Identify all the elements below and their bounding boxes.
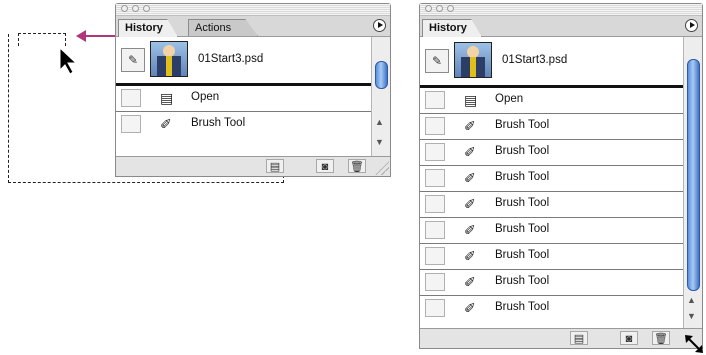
- panel-menu-button[interactable]: [685, 19, 698, 32]
- state-label: Brush Tool: [495, 197, 550, 209]
- zoom-button[interactable]: [447, 5, 454, 12]
- scroll-up-arrow-icon[interactable]: ▲: [375, 117, 384, 127]
- cursor-arrow-icon: [59, 46, 78, 75]
- state-checkbox[interactable]: [121, 115, 141, 133]
- scroll-thumb[interactable]: [687, 59, 700, 291]
- state-checkbox[interactable]: [425, 299, 445, 317]
- history-brush-source-icon[interactable]: ✎: [425, 49, 449, 73]
- state-checkbox[interactable]: [425, 169, 445, 187]
- state-label: Brush Tool: [191, 117, 246, 129]
- open-document-icon: ▤: [160, 90, 174, 106]
- scroll-down-arrow-icon[interactable]: ▼: [687, 311, 696, 321]
- scroll-up-arrow-icon[interactable]: ▲: [687, 295, 696, 305]
- brush-icon: ✐: [464, 222, 476, 238]
- snapshot-thumbnail: [150, 41, 188, 77]
- vertical-scrollbar[interactable]: ▲ ▼: [371, 37, 390, 156]
- panel-menu-button[interactable]: [373, 19, 386, 32]
- trash-icon[interactable]: 🗑: [652, 331, 670, 345]
- history-list: ✎ 01Start3.psd ▤ Open ✐ Brush Tool: [116, 37, 372, 156]
- drag-outline-tab: [18, 33, 66, 46]
- close-button[interactable]: [121, 5, 128, 12]
- history-state-row[interactable]: ✐ Brush Tool: [420, 166, 684, 192]
- brush-icon: ✐: [464, 300, 476, 316]
- snapshot-thumbnail: [454, 42, 492, 78]
- new-snapshot-icon[interactable]: ◙: [316, 159, 334, 173]
- tab-history[interactable]: History: [422, 19, 482, 37]
- panel-footer: ▤ ◙ 🗑: [420, 328, 702, 348]
- state-checkbox[interactable]: [121, 89, 141, 107]
- resize-diagonal-arrow-icon: [685, 335, 703, 353]
- state-checkbox[interactable]: [425, 273, 445, 291]
- history-state-row[interactable]: ✐ Brush Tool: [420, 270, 684, 296]
- state-label: Open: [191, 91, 220, 103]
- close-button[interactable]: [425, 5, 432, 12]
- tab-row: History Actions: [116, 16, 390, 37]
- state-label: Brush Tool: [495, 119, 550, 131]
- history-brush-source-icon[interactable]: ✎: [121, 48, 145, 72]
- vertical-scrollbar[interactable]: ▲ ▼: [683, 37, 702, 328]
- state-label: Brush Tool: [495, 145, 550, 157]
- zoom-button[interactable]: [143, 5, 150, 12]
- new-document-from-state-icon[interactable]: ▤: [570, 331, 588, 345]
- new-snapshot-icon[interactable]: ◙: [620, 331, 638, 345]
- history-state-row[interactable]: ✐ Brush Tool: [420, 192, 684, 218]
- snapshot-row[interactable]: ✎ 01Start3.psd: [420, 37, 684, 88]
- snapshot-label: 01Start3.psd: [502, 54, 568, 66]
- history-state-row[interactable]: ✐ Brush Tool: [420, 244, 684, 270]
- tab-history[interactable]: History: [118, 19, 178, 37]
- state-checkbox[interactable]: [425, 221, 445, 239]
- history-state-row[interactable]: ▤ Open: [420, 88, 684, 114]
- brush-icon: ✐: [160, 116, 172, 132]
- history-state-row[interactable]: ✐ Brush Tool: [116, 112, 372, 137]
- state-label: Brush Tool: [495, 223, 550, 235]
- panel-footer: ▤ ◙ 🗑: [116, 156, 390, 176]
- state-label: Brush Tool: [495, 249, 550, 261]
- minimize-button[interactable]: [132, 5, 139, 12]
- state-label: Brush Tool: [495, 171, 550, 183]
- brush-icon: ✐: [464, 274, 476, 290]
- brush-icon: ✐: [464, 118, 476, 134]
- state-label: Brush Tool: [495, 275, 550, 287]
- trash-icon[interactable]: 🗑: [348, 159, 366, 173]
- scroll-down-arrow-icon[interactable]: ▼: [375, 137, 384, 147]
- history-state-row[interactable]: ✐ Brush Tool: [420, 296, 684, 321]
- history-state-row[interactable]: ✐ Brush Tool: [420, 140, 684, 166]
- history-state-row[interactable]: ✐ Brush Tool: [420, 218, 684, 244]
- open-document-icon: ▤: [464, 92, 478, 108]
- history-state-row[interactable]: ✐ Brush Tool: [420, 114, 684, 140]
- tab-actions[interactable]: Actions: [188, 19, 258, 36]
- title-bar[interactable]: [116, 4, 390, 16]
- minimize-button[interactable]: [436, 5, 443, 12]
- state-checkbox[interactable]: [425, 247, 445, 265]
- tab-row: History: [420, 16, 702, 37]
- state-checkbox[interactable]: [425, 91, 445, 109]
- state-checkbox[interactable]: [425, 117, 445, 135]
- history-list: ✎ 01Start3.psd ▤ Open ✐ Brush Tool ✐ Bru…: [420, 37, 684, 328]
- state-label: Open: [495, 93, 524, 105]
- brush-icon: ✐: [464, 196, 476, 212]
- history-panel-small: History Actions ✎ 01Start3.psd ▤ Open ✐ …: [115, 3, 391, 177]
- brush-icon: ✐: [464, 248, 476, 264]
- title-bar[interactable]: [420, 4, 702, 16]
- brush-icon: ✐: [464, 170, 476, 186]
- history-state-row[interactable]: ▤ Open: [116, 86, 372, 112]
- new-document-from-state-icon[interactable]: ▤: [266, 159, 284, 173]
- resize-grip[interactable]: [375, 161, 389, 175]
- state-checkbox[interactable]: [425, 195, 445, 213]
- snapshot-row[interactable]: ✎ 01Start3.psd: [116, 37, 372, 86]
- brush-icon: ✐: [464, 144, 476, 160]
- history-panel-large: History ✎ 01Start3.psd ▤ Open ✐ Brush To…: [419, 3, 703, 349]
- snapshot-label: 01Start3.psd: [198, 53, 264, 65]
- scroll-thumb[interactable]: [375, 61, 388, 89]
- state-label: Brush Tool: [495, 301, 550, 313]
- state-checkbox[interactable]: [425, 143, 445, 161]
